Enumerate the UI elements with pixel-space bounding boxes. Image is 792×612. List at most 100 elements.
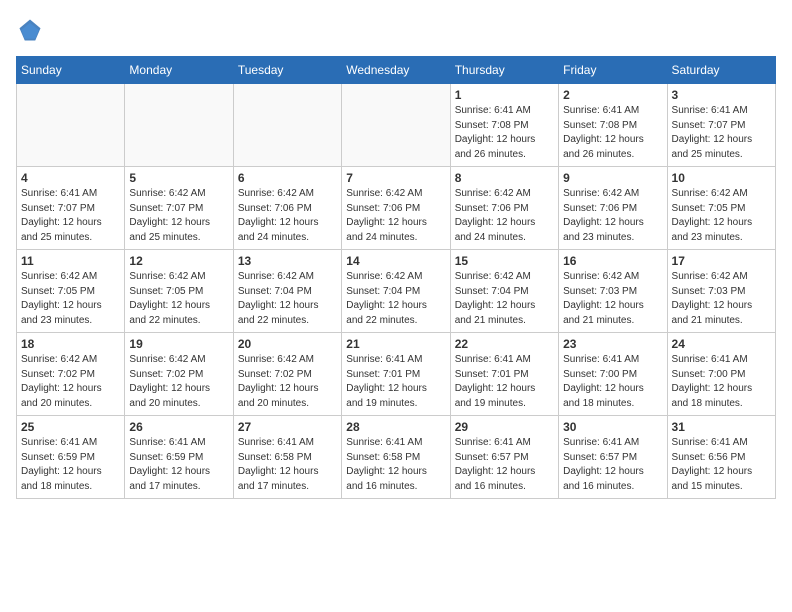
day-info: Sunrise: 6:42 AMSunset: 7:04 PMDaylight:… bbox=[455, 270, 554, 328]
day-info: Sunrise: 6:41 AMSunset: 6:59 PMDaylight:… bbox=[129, 436, 228, 494]
calendar-cell: 31 Sunrise: 6:41 AMSunset: 6:56 PMDayligh… bbox=[667, 416, 775, 499]
calendar-cell: 12 Sunrise: 6:42 AMSunset: 7:05 PMDayligh… bbox=[125, 250, 233, 333]
day-info: Sunrise: 6:42 AMSunset: 7:03 PMDaylight:… bbox=[563, 270, 662, 328]
calendar-cell bbox=[17, 84, 125, 167]
day-number: 1 bbox=[455, 88, 554, 102]
day-number: 19 bbox=[129, 337, 228, 351]
calendar-cell: 1Sunrise: 6:41 AMSunset: 7:08 PMDaylight… bbox=[450, 84, 558, 167]
day-number: 16 bbox=[563, 254, 662, 268]
day-number: 13 bbox=[238, 254, 337, 268]
day-number: 28 bbox=[346, 420, 445, 434]
day-header-sunday: Sunday bbox=[17, 57, 125, 84]
day-number: 12 bbox=[129, 254, 228, 268]
day-info: Sunrise: 6:41 AMSunset: 7:01 PMDaylight:… bbox=[455, 353, 554, 411]
day-number: 26 bbox=[129, 420, 228, 434]
calendar-cell: 15 Sunrise: 6:42 AMSunset: 7:04 PMDayligh… bbox=[450, 250, 558, 333]
day-number: 2 bbox=[563, 88, 662, 102]
calendar-cell: 16 Sunrise: 6:42 AMSunset: 7:03 PMDayligh… bbox=[559, 250, 667, 333]
day-number: 31 bbox=[672, 420, 771, 434]
calendar-cell: 2 Sunrise: 6:41 AMSunset: 7:08 PMDaylight… bbox=[559, 84, 667, 167]
day-info: Sunrise: 6:41 AMSunset: 7:07 PMDaylight:… bbox=[21, 187, 120, 245]
calendar-header-row: SundayMondayTuesdayWednesdayThursdayFrid… bbox=[17, 57, 776, 84]
day-number: 11 bbox=[21, 254, 120, 268]
calendar-cell: 26 Sunrise: 6:41 AMSunset: 6:59 PMDayligh… bbox=[125, 416, 233, 499]
day-number: 23 bbox=[563, 337, 662, 351]
day-number: 18 bbox=[21, 337, 120, 351]
day-number: 15 bbox=[455, 254, 554, 268]
day-number: 6 bbox=[238, 171, 337, 185]
calendar-week-2: 4 Sunrise: 6:41 AMSunset: 7:07 PMDaylight… bbox=[17, 167, 776, 250]
day-info: Sunrise: 6:42 AMSunset: 7:02 PMDaylight:… bbox=[129, 353, 228, 411]
calendar-cell: 24 Sunrise: 6:41 AMSunset: 7:00 PMDayligh… bbox=[667, 333, 775, 416]
day-number: 5 bbox=[129, 171, 228, 185]
calendar-cell: 9Sunrise: 6:42 AMSunset: 7:06 PMDaylight… bbox=[559, 167, 667, 250]
page-header bbox=[16, 16, 776, 44]
day-number: 4 bbox=[21, 171, 120, 185]
calendar-cell: 6 Sunrise: 6:42 AMSunset: 7:06 PMDaylight… bbox=[233, 167, 341, 250]
day-number: 10 bbox=[672, 171, 771, 185]
calendar-cell: 3Sunrise: 6:41 AMSunset: 7:07 PMDaylight… bbox=[667, 84, 775, 167]
calendar-cell bbox=[125, 84, 233, 167]
calendar-cell bbox=[233, 84, 341, 167]
day-info: Sunrise: 6:41 AMSunset: 6:57 PMDaylight:… bbox=[563, 436, 662, 494]
day-number: 30 bbox=[563, 420, 662, 434]
calendar-cell: 11 Sunrise: 6:42 AMSunset: 7:05 PMDayligh… bbox=[17, 250, 125, 333]
day-info: Sunrise: 6:42 AMSunset: 7:07 PMDaylight:… bbox=[129, 187, 228, 245]
calendar-week-4: 18 Sunrise: 6:42 AMSunset: 7:02 PMDayligh… bbox=[17, 333, 776, 416]
calendar-cell: 18Sunrise: 6:42 AMSunset: 7:02 PMDayligh… bbox=[17, 333, 125, 416]
calendar-cell: 10 Sunrise: 6:42 AMSunset: 7:05 PMDayligh… bbox=[667, 167, 775, 250]
day-number: 22 bbox=[455, 337, 554, 351]
calendar-week-3: 11 Sunrise: 6:42 AMSunset: 7:05 PMDayligh… bbox=[17, 250, 776, 333]
calendar-cell: 30 Sunrise: 6:41 AMSunset: 6:57 PMDayligh… bbox=[559, 416, 667, 499]
day-info: Sunrise: 6:41 AMSunset: 6:56 PMDaylight:… bbox=[672, 436, 771, 494]
day-info: Sunrise: 6:42 AMSunset: 7:04 PMDaylight:… bbox=[238, 270, 337, 328]
calendar-cell: 5 Sunrise: 6:42 AMSunset: 7:07 PMDaylight… bbox=[125, 167, 233, 250]
day-info: Sunrise: 6:42 AMSunset: 7:05 PMDaylight:… bbox=[672, 187, 771, 245]
day-info: Sunrise: 6:42 AMSunset: 7:06 PMDaylight:… bbox=[238, 187, 337, 245]
calendar-cell: 14 Sunrise: 6:42 AMSunset: 7:04 PMDayligh… bbox=[342, 250, 450, 333]
calendar-cell: 22 Sunrise: 6:41 AMSunset: 7:01 PMDayligh… bbox=[450, 333, 558, 416]
day-number: 8 bbox=[455, 171, 554, 185]
day-number: 27 bbox=[238, 420, 337, 434]
logo-icon bbox=[16, 16, 44, 44]
day-header-monday: Monday bbox=[125, 57, 233, 84]
day-header-thursday: Thursday bbox=[450, 57, 558, 84]
day-info: Sunrise: 6:41 AMSunset: 7:00 PMDaylight:… bbox=[672, 353, 771, 411]
day-number: 24 bbox=[672, 337, 771, 351]
day-info: Sunrise: 6:42 AMSunset: 7:06 PMDaylight:… bbox=[346, 187, 445, 245]
day-number: 14 bbox=[346, 254, 445, 268]
day-number: 7 bbox=[346, 171, 445, 185]
day-info: Sunrise: 6:42 AMSunset: 7:04 PMDaylight:… bbox=[346, 270, 445, 328]
day-number: 25 bbox=[21, 420, 120, 434]
day-info: Sunrise: 6:41 AMSunset: 6:59 PMDaylight:… bbox=[21, 436, 120, 494]
calendar-week-5: 25 Sunrise: 6:41 AMSunset: 6:59 PMDayligh… bbox=[17, 416, 776, 499]
day-info: Sunrise: 6:42 AMSunset: 7:06 PMDaylight:… bbox=[455, 187, 554, 245]
calendar-cell: 25 Sunrise: 6:41 AMSunset: 6:59 PMDayligh… bbox=[17, 416, 125, 499]
calendar-cell: 8 Sunrise: 6:42 AMSunset: 7:06 PMDaylight… bbox=[450, 167, 558, 250]
day-info: Sunrise: 6:42 AMSunset: 7:02 PMDaylight:… bbox=[238, 353, 337, 411]
day-number: 9 bbox=[563, 171, 662, 185]
calendar-cell: 23 Sunrise: 6:41 AMSunset: 7:00 PMDayligh… bbox=[559, 333, 667, 416]
day-info: Sunrise: 6:41 AMSunset: 6:58 PMDaylight:… bbox=[346, 436, 445, 494]
calendar-cell: 19 Sunrise: 6:42 AMSunset: 7:02 PMDayligh… bbox=[125, 333, 233, 416]
calendar-cell: 28 Sunrise: 6:41 AMSunset: 6:58 PMDayligh… bbox=[342, 416, 450, 499]
calendar-week-1: 1 Sunrise: 6:41 AMSunset: 7:08 PMDaylight… bbox=[17, 84, 776, 167]
day-info: Sunrise: 6:42 AMSunset: 7:05 PMDaylight:… bbox=[129, 270, 228, 328]
day-header-friday: Friday bbox=[559, 57, 667, 84]
day-number: 21 bbox=[346, 337, 445, 351]
day-info: Sunrise: 6:41 AMSunset: 7:08 PMDaylight:… bbox=[563, 104, 662, 162]
day-info: Sunrise: 6:41 AMSunset: 6:58 PMDaylight:… bbox=[238, 436, 337, 494]
calendar-cell: 7 Sunrise: 6:42 AMSunset: 7:06 PMDaylight… bbox=[342, 167, 450, 250]
day-number: 20 bbox=[238, 337, 337, 351]
day-header-saturday: Saturday bbox=[667, 57, 775, 84]
day-number: 29 bbox=[455, 420, 554, 434]
logo bbox=[16, 16, 48, 44]
calendar-cell: 27 Sunrise: 6:41 AMSunset: 6:58 PMDayligh… bbox=[233, 416, 341, 499]
calendar-cell bbox=[342, 84, 450, 167]
day-info: Sunrise: 6:41 AMSunset: 7:00 PMDaylight:… bbox=[563, 353, 662, 411]
calendar-cell: 13 Sunrise: 6:42 AMSunset: 7:04 PMDayligh… bbox=[233, 250, 341, 333]
day-header-tuesday: Tuesday bbox=[233, 57, 341, 84]
calendar-table: SundayMondayTuesdayWednesdayThursdayFrid… bbox=[16, 56, 776, 499]
day-number: 17 bbox=[672, 254, 771, 268]
day-info: Sunrise: 6:42 AMSunset: 7:05 PMDaylight:… bbox=[21, 270, 120, 328]
